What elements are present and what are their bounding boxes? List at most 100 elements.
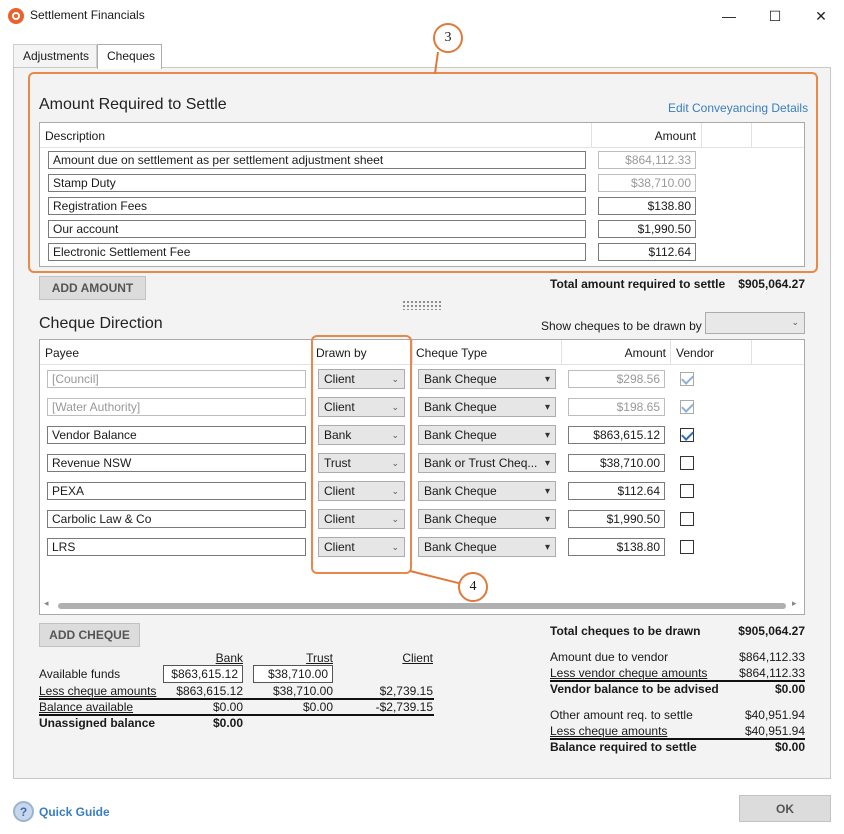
less-cheque-amounts-value: $40,951.94 [744, 724, 805, 738]
payee-input[interactable]: Vendor Balance [47, 426, 306, 444]
splitter-grip-icon[interactable] [402, 300, 442, 310]
title-bar: Settlement Financials — ☐ ✕ [0, 0, 844, 32]
caret-down-icon: ▾ [544, 514, 550, 525]
cheque-amount-input[interactable]: $112.64 [568, 482, 665, 500]
less-bank-value: $863,615.12 [176, 684, 243, 698]
tab-adjustments[interactable]: Adjustments [13, 44, 97, 68]
cheque-type-dropdown[interactable]: Bank or Trust Cheq... ▾ [418, 453, 556, 473]
col-payee: Payee [45, 346, 80, 360]
funds-header-trust: Trust [306, 651, 333, 665]
vendor-checkbox[interactable] [680, 428, 694, 442]
cheque-amount-input[interactable]: $198.65 [568, 398, 665, 416]
close-button[interactable]: ✕ [798, 0, 844, 32]
balance-required-label: Balance required to settle [550, 740, 697, 754]
scrollbar-thumb[interactable] [58, 603, 786, 609]
cheque-amount-input[interactable]: $298.56 [568, 370, 665, 388]
less-vendor-value: $864,112.33 [739, 666, 805, 680]
payee-input[interactable]: LRS [47, 538, 306, 556]
cheque-type-dropdown[interactable]: Bank Cheque ▾ [418, 369, 556, 389]
horizontal-scrollbar[interactable]: ◂ ▸ [44, 598, 800, 612]
less-trust-value: $38,710.00 [272, 684, 333, 698]
balance-available-label: Balance available [39, 700, 134, 714]
funds-header-client: Client [402, 651, 433, 665]
cheque-amount-input[interactable]: $1,990.50 [568, 510, 665, 528]
cheque-type-value: Bank Cheque [424, 512, 497, 526]
available-trust-input[interactable]: $38,710.00 [253, 665, 333, 683]
callout-badge-3: 3 [433, 23, 463, 53]
other-amount-value: $40,951.94 [744, 708, 805, 722]
payee-input[interactable]: Carbolic Law & Co [47, 510, 306, 528]
cheque-type-dropdown[interactable]: Bank Cheque ▾ [418, 425, 556, 445]
cheque-amount-input[interactable]: $138.80 [568, 538, 665, 556]
caret-down-icon: ▾ [544, 486, 550, 497]
vendor-balance-value: $0.00 [774, 682, 805, 696]
due-vendor-label: Amount due to vendor [550, 650, 669, 664]
scroll-left-icon[interactable]: ◂ [44, 598, 49, 609]
available-bank-input[interactable]: $863,615.12 [163, 665, 243, 683]
cheque-type-value: Bank or Trust Cheq... [424, 456, 538, 470]
funds-header-bank: Bank [215, 651, 243, 665]
tab-cheques[interactable]: Cheques [97, 44, 162, 69]
total-settle-label: Total amount required to settle [550, 277, 726, 291]
balance-trust-value: $0.00 [302, 700, 333, 714]
available-funds-label: Available funds [39, 667, 121, 681]
scroll-right-icon[interactable]: ▸ [792, 598, 797, 609]
cheque-section-title: Cheque Direction [39, 315, 163, 332]
cheque-type-value: Bank Cheque [424, 540, 497, 554]
cheque-type-dropdown[interactable]: Bank Cheque ▾ [418, 509, 556, 529]
payee-input[interactable]: [Water Authority] [47, 398, 306, 416]
caret-down-icon: ▾ [544, 458, 550, 469]
help-icon[interactable]: ? [13, 801, 34, 822]
add-cheque-button[interactable]: ADD CHEQUE [39, 623, 140, 647]
due-vendor-value: $864,112.33 [739, 650, 805, 664]
payee-input[interactable]: PEXA [47, 482, 306, 500]
chevron-down-icon: ⌄ [791, 317, 799, 327]
show-cheques-label: Show cheques to be drawn by [541, 319, 702, 333]
cheque-type-value: Bank Cheque [424, 372, 497, 386]
ok-button[interactable]: OK [739, 795, 831, 822]
balance-required-value: $0.00 [774, 740, 805, 754]
cheque-type-value: Bank Cheque [424, 484, 497, 498]
less-vendor-label: Less vendor cheque amounts [550, 666, 708, 680]
vendor-checkbox[interactable] [680, 456, 694, 470]
callout-badge-4: 4 [458, 572, 488, 602]
col-cheque-type: Cheque Type [416, 346, 488, 360]
less-cheque-amounts-label: Less cheque amounts [550, 724, 668, 738]
less-client-value: $2,739.15 [379, 684, 433, 698]
cheque-amount-input[interactable]: $863,615.12 [568, 426, 665, 444]
unassigned-balance-label: Unassigned balance [39, 716, 156, 730]
caret-down-icon: ▾ [544, 542, 550, 553]
col-vendor: Vendor [676, 346, 715, 360]
caret-down-icon: ▾ [544, 430, 550, 441]
cheque-type-dropdown[interactable]: Bank Cheque ▾ [418, 537, 556, 557]
cheque-type-value: Bank Cheque [424, 428, 497, 442]
vendor-balance-label: Vendor balance to be advised [550, 682, 719, 696]
balance-bank-value: $0.00 [212, 700, 243, 714]
less-cheque-label: Less cheque amounts [39, 684, 157, 698]
highlight-box-drawn-by [311, 335, 412, 574]
balance-client-value: -$2,739.15 [375, 700, 433, 714]
quick-guide-link[interactable]: Quick Guide [39, 805, 110, 819]
total-cheques-label: Total cheques to be drawn [550, 624, 701, 638]
show-cheques-dropdown[interactable]: ⌄ [705, 312, 805, 334]
cheque-type-dropdown[interactable]: Bank Cheque ▾ [418, 481, 556, 501]
maximize-button[interactable]: ☐ [752, 0, 798, 32]
vendor-checkbox[interactable] [680, 372, 694, 386]
payee-input[interactable]: [Council] [47, 370, 306, 388]
app-logo-icon [8, 8, 24, 24]
unassigned-balance-value: $0.00 [212, 716, 243, 730]
col-amount: Amount [624, 346, 666, 360]
vendor-checkbox[interactable] [680, 512, 694, 526]
cheque-type-dropdown[interactable]: Bank Cheque ▾ [418, 397, 556, 417]
vendor-checkbox[interactable] [680, 540, 694, 554]
total-settle-value: $905,064.27 [738, 277, 805, 291]
vendor-checkbox[interactable] [680, 484, 694, 498]
cheque-type-value: Bank Cheque [424, 400, 497, 414]
cheque-amount-input[interactable]: $38,710.00 [568, 454, 665, 472]
caret-down-icon: ▾ [544, 374, 550, 385]
minimize-button[interactable]: — [706, 0, 752, 32]
payee-input[interactable]: Revenue NSW [47, 454, 306, 472]
add-amount-button[interactable]: ADD AMOUNT [39, 276, 146, 300]
vendor-checkbox[interactable] [680, 400, 694, 414]
caret-down-icon: ▾ [544, 402, 550, 413]
